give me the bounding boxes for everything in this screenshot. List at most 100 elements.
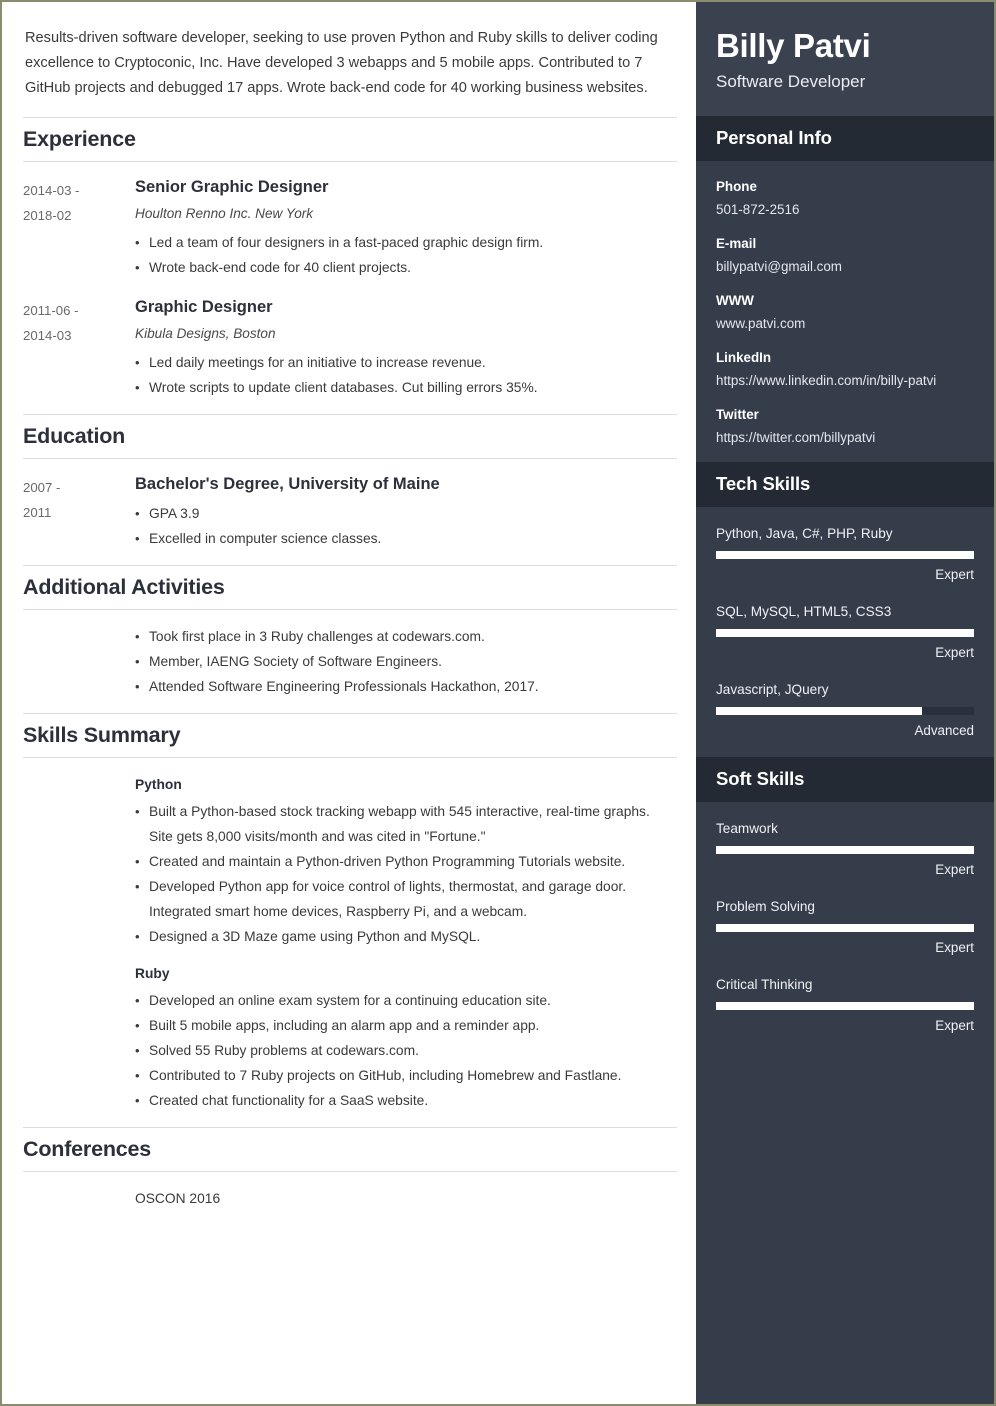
sidebar-section-body-personal-info: Phone 501-872-2516 E-mail billypatvi@gmail.… (696, 161, 994, 462)
personal-info-value[interactable]: billypatvi@gmail.com (716, 257, 974, 277)
skill-level-label: Expert (935, 567, 974, 582)
section-skills-summary: Skills Summary Python Built a Python-base… (23, 713, 677, 1127)
conference-item: OSCON 2016 (135, 1191, 221, 1206)
bullet-item: Took first place in 3 Ruby challenges at… (135, 624, 677, 649)
sidebar-section-body-tech-skills: Python, Java, C#, PHP, Ruby Expert SQL, My… (696, 507, 994, 757)
candidate-name: Billy Patvi (716, 27, 871, 64)
section-body-experience: 2014-03 - 2018-02 Senior Graphic Designer H… (23, 162, 677, 414)
skill-bar-fill (716, 707, 923, 715)
skills-group-title: Ruby (135, 966, 170, 981)
entry-date-line: 2007 - (23, 480, 61, 495)
sidebar-section-title: Personal Info (716, 127, 832, 148)
skill-level-label: Expert (935, 645, 974, 660)
entry-date-range: 2011-06 - 2014-03 (23, 296, 135, 348)
bullet-item: Contributed to 7 Ruby projects on GitHub… (135, 1063, 677, 1088)
entry-subtitle: Houlton Renno Inc. New York (135, 206, 314, 221)
section-title: Conferences (23, 1137, 152, 1161)
skill-level-label: Expert (935, 1018, 974, 1033)
skill-name: Javascript, JQuery (716, 682, 829, 697)
sidebar-section-title: Soft Skills (716, 768, 805, 789)
skill-bar-item: Critical Thinking Expert (716, 974, 974, 1036)
skill-bar-item: Teamwork Expert (716, 818, 974, 880)
section-conferences: Conferences OSCON 2016 (23, 1127, 677, 1225)
section-header-conferences: Conferences (23, 1127, 677, 1172)
skill-bar-track (716, 629, 974, 637)
candidate-role: Software Developer (716, 72, 866, 91)
section-body-skills-summary: Python Built a Python-based stock trackin… (23, 758, 677, 1127)
entry-date-range: 2007 - 2011 (23, 473, 135, 525)
personal-info-value[interactable]: https://twitter.com/billypatvi (716, 428, 974, 448)
personal-info-value[interactable]: https://www.linkedin.com/in/billy-patvi (716, 371, 974, 391)
bullet-item: Led daily meetings for an initiative to … (135, 350, 677, 375)
entry-bullet-list: Led a team of four designers in a fast-p… (135, 230, 677, 280)
bullet-item: Developed an online exam system for a co… (135, 988, 677, 1013)
resume-entry: 2011-06 - 2014-03 Graphic Designer Kibula D… (23, 296, 677, 400)
skill-bar-track (716, 846, 974, 854)
entry-title: Graphic Designer (135, 298, 273, 316)
entry-subtitle: Kibula Designs, Boston (135, 326, 276, 341)
skill-bar-track (716, 551, 974, 559)
skill-name: Teamwork (716, 821, 778, 836)
resume-entry: 2014-03 - 2018-02 Senior Graphic Designer H… (23, 176, 677, 280)
personal-info-value[interactable]: 501-872-2516 (716, 200, 974, 220)
bullet-item: Led a team of four designers in a fast-p… (135, 230, 677, 255)
skills-group-bullet-list: Built a Python-based stock tracking weba… (135, 799, 677, 949)
skill-bar-track (716, 1002, 974, 1010)
entry-date-line: 2014-03 - (23, 183, 80, 198)
bullet-item: Created and maintain a Python-driven Pyt… (135, 849, 677, 874)
skills-group-title: Python (135, 777, 182, 792)
section-body-education: 2007 - 2011 Bachelor's Degree, University … (23, 459, 677, 565)
bullet-item: Created chat functionality for a SaaS we… (135, 1088, 677, 1113)
skill-name: Python, Java, C#, PHP, Ruby (716, 526, 893, 541)
personal-info-value[interactable]: www.patvi.com (716, 314, 974, 334)
sidebar-section-header-tech-skills: Tech Skills (696, 462, 994, 507)
resume-entry: 2007 - 2011 Bachelor's Degree, University … (23, 473, 677, 551)
entry-body: Senior Graphic Designer Houlton Renno Inc… (135, 176, 677, 280)
skill-bar-fill (716, 629, 974, 637)
personal-info-label: Phone (716, 179, 757, 194)
skill-level-label: Advanced (914, 723, 974, 738)
conferences-container: OSCON 2016 (23, 1186, 677, 1211)
bullet-item: GPA 3.9 (135, 501, 677, 526)
skill-name: Critical Thinking (716, 977, 813, 992)
section-header-experience: Experience (23, 117, 677, 162)
skills-group: Ruby Developed an online exam system for … (135, 961, 677, 1113)
skill-bar-fill (716, 846, 974, 854)
sidebar-section-title: Tech Skills (716, 473, 811, 494)
sidebar-section-header-personal-info: Personal Info (696, 116, 994, 161)
personal-info-label: E-mail (716, 236, 757, 251)
skill-name: Problem Solving (716, 899, 815, 914)
skill-bar-item: Javascript, JQuery Advanced (716, 679, 974, 741)
skill-bar-item: Python, Java, C#, PHP, Ruby Expert (716, 523, 974, 585)
section-header-additional-activities: Additional Activities (23, 565, 677, 610)
bullet-item: Wrote scripts to update client databases… (135, 375, 677, 400)
skills-group-bullet-list: Developed an online exam system for a co… (135, 988, 677, 1113)
skill-name: SQL, MySQL, HTML5, CSS3 (716, 604, 892, 619)
entry-date-line: 2014-03 (23, 328, 72, 343)
entry-bullet-list: GPA 3.9Excelled in computer science clas… (135, 501, 677, 551)
sidebar-section-header-soft-skills: Soft Skills (696, 757, 994, 802)
skills-group-container: Python Built a Python-based stock trackin… (23, 772, 677, 1113)
skill-level-label: Expert (935, 940, 974, 955)
bullet-item: Member, IAENG Society of Software Engine… (135, 649, 677, 674)
entry-date-line: 2018-02 (23, 208, 72, 223)
section-body-conferences: OSCON 2016 (23, 1172, 677, 1225)
personal-info-label: Twitter (716, 407, 759, 422)
sidebar-header: Billy Patvi Software Developer (696, 2, 994, 116)
personal-info-item: LinkedIn https://www.linkedin.com/in/bill… (716, 348, 974, 391)
section-title: Experience (23, 127, 136, 151)
section-header-skills-summary: Skills Summary (23, 713, 677, 758)
entry-date-range: 2014-03 - 2018-02 (23, 176, 135, 228)
bullet-item: Designed a 3D Maze game using Python and… (135, 924, 677, 949)
entry-date-line: 2011-06 - (23, 303, 79, 318)
skill-level-label: Expert (935, 862, 974, 877)
skill-bar-track (716, 924, 974, 932)
entry-bullet-list: Led daily meetings for an initiative to … (135, 350, 677, 400)
skill-bar-track (716, 707, 974, 715)
bullet-item: Built a Python-based stock tracking weba… (135, 799, 677, 849)
section-header-education: Education (23, 414, 677, 459)
skill-bar-fill (716, 551, 974, 559)
bullet-item: Solved 55 Ruby problems at codewars.com. (135, 1038, 677, 1063)
section-body-additional-activities: Took first place in 3 Ruby challenges at… (23, 610, 677, 713)
skill-bar-item: Problem Solving Expert (716, 896, 974, 958)
